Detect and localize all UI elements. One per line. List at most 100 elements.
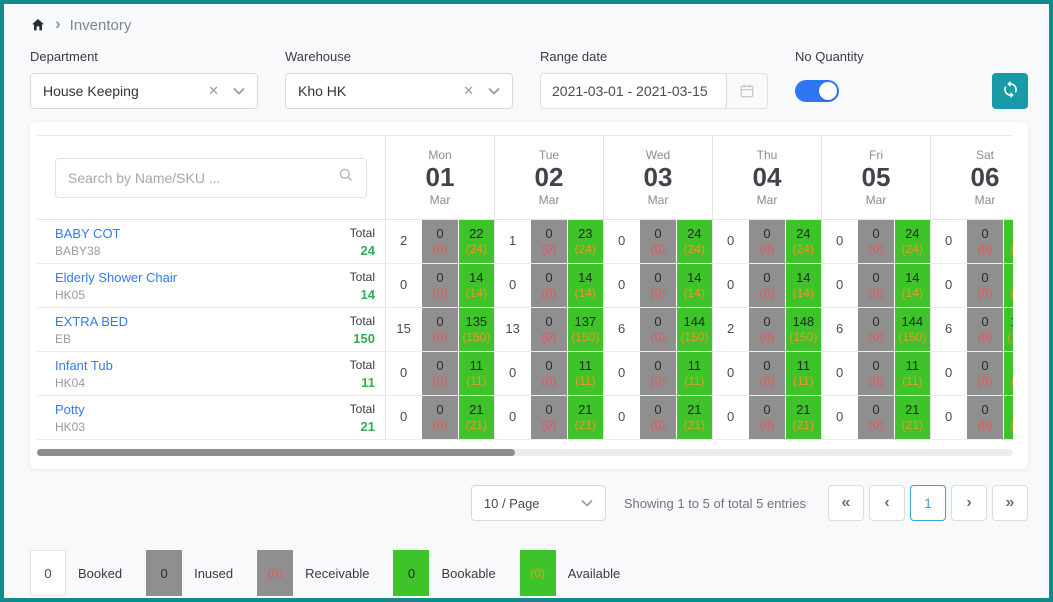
- total-label: Total: [350, 226, 375, 240]
- page-size-select[interactable]: 10 / Page: [471, 485, 606, 521]
- no-quantity-toggle[interactable]: [795, 80, 839, 102]
- bookable-available-cell: 24(24): [677, 220, 712, 263]
- inused-receivable-cell: 0(0): [748, 264, 785, 307]
- legend-swatch: (0): [257, 550, 293, 596]
- bookable-available-cell: 11(11): [677, 352, 712, 395]
- refresh-button[interactable]: [992, 73, 1028, 109]
- bookable-available-cell: 148(150): [786, 308, 821, 351]
- day-cell-group: 0 0(0) 21(21): [603, 396, 712, 439]
- legend-swatch: 0: [30, 550, 66, 596]
- day-cell-group: 0 0(0) 24(24): [603, 220, 712, 263]
- product-cell: EXTRA BED EB Total 150: [37, 308, 385, 351]
- range-date-picker[interactable]: [540, 73, 768, 109]
- booked-cell: 6: [604, 308, 639, 351]
- booked-cell: 1: [495, 220, 530, 263]
- department-filter: Department House Keeping ✕: [30, 49, 258, 109]
- calendar-icon[interactable]: [727, 74, 767, 108]
- warehouse-filter: Warehouse Kho HK ✕: [285, 49, 513, 109]
- bookable-available-cell: 144(150): [677, 308, 712, 351]
- clear-icon[interactable]: ✕: [208, 83, 219, 99]
- filters-bar: Department House Keeping ✕ Warehouse Kho…: [30, 49, 1028, 109]
- legend-label: Inused: [194, 566, 233, 581]
- department-select[interactable]: House Keeping ✕: [30, 73, 258, 109]
- inused-receivable-cell: 0(0): [421, 220, 458, 263]
- booked-cell: 0: [931, 220, 966, 263]
- product-name-link[interactable]: EXTRA BED: [55, 314, 128, 329]
- day-cell-group: 0 0(0) 24(24): [930, 220, 1013, 263]
- booked-cell: 0: [931, 264, 966, 307]
- inused-receivable-cell: 0(0): [857, 220, 894, 263]
- legend-swatch: (0): [520, 550, 556, 596]
- warehouse-label: Warehouse: [285, 49, 513, 64]
- product-name-link[interactable]: BABY COT: [55, 226, 121, 241]
- last-page-button[interactable]: »: [992, 485, 1028, 521]
- booked-cell: 0: [713, 264, 748, 307]
- inused-receivable-cell: 0(0): [966, 308, 1003, 351]
- bookable-available-cell: 24(24): [895, 220, 930, 263]
- department-label: Department: [30, 49, 258, 64]
- total-label: Total: [350, 270, 375, 284]
- inused-receivable-cell: 0(0): [748, 396, 785, 439]
- booked-cell: 6: [822, 308, 857, 351]
- inused-receivable-cell: 0(0): [748, 220, 785, 263]
- day-cell-group: 0 0(0) 11(11): [385, 352, 494, 395]
- search-column-header: [37, 136, 385, 219]
- booked-cell: 0: [495, 352, 530, 395]
- inventory-page: › Inventory Department House Keeping ✕ W…: [0, 0, 1053, 602]
- home-icon[interactable]: [30, 17, 46, 33]
- entries-summary: Showing 1 to 5 of total 5 entries: [624, 496, 806, 511]
- booked-cell: 0: [604, 352, 639, 395]
- refresh-icon: [1001, 80, 1020, 102]
- bookable-available-cell: 14(14): [1004, 264, 1013, 307]
- legend-item: 0 Booked: [30, 550, 122, 596]
- page-size-value: 10 / Page: [484, 496, 581, 511]
- inused-receivable-cell: 0(0): [530, 352, 567, 395]
- booked-cell: 0: [495, 264, 530, 307]
- horizontal-scrollbar-thumb[interactable]: [37, 449, 515, 456]
- day-cell-group: 0 0(0) 11(11): [712, 352, 821, 395]
- clear-icon[interactable]: ✕: [463, 83, 474, 99]
- day-month: Mar: [430, 193, 451, 207]
- day-cell-group: 0 0(0) 14(14): [494, 264, 603, 307]
- legend-item: 0 Inused: [146, 550, 233, 596]
- prev-page-button[interactable]: ‹: [869, 485, 905, 521]
- first-page-button[interactable]: «: [828, 485, 864, 521]
- day-cell-group: 0 0(0) 21(21): [712, 396, 821, 439]
- product-name-link[interactable]: Potty: [55, 402, 85, 417]
- bookable-available-cell: 14(14): [786, 264, 821, 307]
- search-input[interactable]: [68, 170, 338, 186]
- inused-receivable-cell: 0(0): [857, 264, 894, 307]
- day-of-week: Tue: [539, 148, 559, 162]
- horizontal-scrollbar-track[interactable]: [37, 449, 1013, 456]
- next-page-button[interactable]: ›: [951, 485, 987, 521]
- range-date-input[interactable]: [540, 73, 727, 109]
- bookable-available-cell: 14(14): [677, 264, 712, 307]
- day-of-week: Fri: [869, 148, 883, 162]
- no-quantity-filter: No Quantity: [795, 49, 915, 109]
- day-number: 02: [535, 163, 564, 192]
- page-1-button[interactable]: 1: [910, 485, 946, 521]
- legend-label: Receivable: [305, 566, 369, 581]
- bookable-available-cell: 135(150): [459, 308, 494, 351]
- product-cell: Elderly Shower Chair HK05 Total 14: [37, 264, 385, 307]
- day-cell-group: 6 0(0) 144(150): [603, 308, 712, 351]
- search-box[interactable]: [55, 158, 367, 198]
- product-name-link[interactable]: Infant Tub: [55, 358, 113, 373]
- inused-receivable-cell: 0(0): [530, 264, 567, 307]
- bookable-available-cell: 21(21): [786, 396, 821, 439]
- booked-cell: 0: [386, 352, 421, 395]
- inused-receivable-cell: 0(0): [639, 308, 676, 351]
- legend-swatch: 0: [146, 550, 182, 596]
- warehouse-select[interactable]: Kho HK ✕: [285, 73, 513, 109]
- booked-cell: 2: [386, 220, 421, 263]
- inused-receivable-cell: 0(0): [966, 396, 1003, 439]
- chevron-down-icon: [581, 494, 593, 512]
- product-name-link[interactable]: Elderly Shower Chair: [55, 270, 177, 285]
- booked-cell: 0: [822, 352, 857, 395]
- bookable-available-cell: 11(11): [786, 352, 821, 395]
- day-cell-group: 0 0(0) 21(21): [385, 396, 494, 439]
- bookable-available-cell: 21(21): [459, 396, 494, 439]
- day-month: Mar: [648, 193, 669, 207]
- booked-cell: 13: [495, 308, 530, 351]
- day-column-header: Fri 05 Mar: [821, 136, 930, 219]
